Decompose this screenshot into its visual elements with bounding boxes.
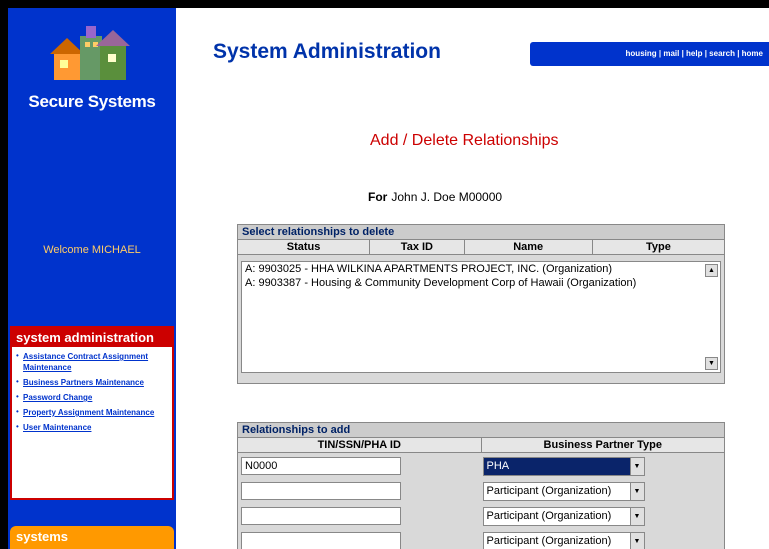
- menu-link[interactable]: Property Assignment Maintenance: [23, 408, 154, 417]
- bullet-icon: •: [16, 392, 19, 401]
- bullet-icon: •: [16, 377, 19, 386]
- add-row: N0000 PHA ▼: [238, 453, 724, 478]
- select-value: Participant (Organization): [486, 484, 612, 497]
- partner-type-select[interactable]: PHA ▼: [482, 456, 645, 476]
- menu-title: system administration: [12, 328, 172, 347]
- select-value: Participant (Organization): [486, 509, 612, 522]
- partner-type-select[interactable]: Participant (Organization) ▼: [482, 481, 645, 501]
- nav-housing[interactable]: housing: [626, 49, 657, 58]
- page-title: System Administration: [213, 40, 441, 63]
- chevron-down-icon[interactable]: ▼: [629, 532, 644, 549]
- menu-link[interactable]: Assistance Contract Assignment Maintenan…: [23, 352, 148, 372]
- menu-item-assistance-contract[interactable]: • Assistance Contract Assignment Maintena…: [15, 350, 169, 372]
- column-header-tin: TIN/SSN/PHA ID: [238, 438, 482, 453]
- partner-type-select[interactable]: Participant (Organization) ▼: [482, 506, 645, 526]
- brand-name: Secure Systems: [28, 92, 156, 111]
- nav-mail[interactable]: mail: [663, 49, 679, 58]
- menu-link[interactable]: Password Change: [23, 393, 92, 402]
- column-header-status[interactable]: Status: [238, 240, 371, 255]
- menu-item-user-maintenance[interactable]: • User Maintenance: [15, 421, 169, 432]
- add-column-headers: TIN/SSN/PHA ID Business Partner Type: [238, 438, 724, 453]
- menu-link[interactable]: Business Partners Maintenance: [23, 378, 144, 387]
- houses-logo-icon: [50, 26, 130, 80]
- column-header-tax-id[interactable]: Tax ID: [370, 240, 465, 255]
- system-administration-menu: system administration • Assistance Contra…: [10, 326, 174, 500]
- add-row: Participant (Organization) ▼: [238, 503, 724, 528]
- select-value: Participant (Organization): [486, 534, 612, 547]
- section-heading: Add / Delete Relationships: [370, 132, 559, 149]
- menu-link[interactable]: User Maintenance: [23, 423, 91, 432]
- tin-input[interactable]: [241, 506, 401, 525]
- tin-input[interactable]: [241, 531, 401, 549]
- add-row: Participant (Organization) ▼: [238, 478, 724, 503]
- page: Secure Systems Welcome MICHAEL system ad…: [8, 8, 769, 549]
- top-nav: housing | mail | help | search | home: [530, 42, 769, 66]
- menu-item-password-change[interactable]: • Password Change: [15, 391, 169, 402]
- select-value: PHA: [483, 457, 630, 475]
- menu-item-property-assignment[interactable]: • Property Assignment Maintenance: [15, 406, 169, 417]
- add-panel-title: Relationships to add: [238, 423, 724, 438]
- chevron-down-icon[interactable]: ▼: [629, 507, 644, 525]
- bullet-icon: •: [16, 407, 19, 416]
- nav-search[interactable]: search: [709, 49, 735, 58]
- nav-home[interactable]: home: [742, 49, 763, 58]
- add-relationships-panel: Relationships to add TIN/SSN/PHA ID Busi…: [237, 422, 725, 549]
- bullet-icon: •: [16, 422, 19, 431]
- for-user-line: For John J. Doe M00000: [368, 190, 502, 204]
- chevron-down-icon[interactable]: ▼: [629, 457, 644, 475]
- menu-item-business-partners[interactable]: • Business Partners Maintenance: [15, 376, 169, 387]
- welcome-message: Welcome MICHAEL: [43, 244, 141, 256]
- delete-panel-title: Select relationships to delete: [238, 225, 724, 240]
- partner-type-select[interactable]: Participant (Organization) ▼: [482, 531, 645, 549]
- relationships-listbox[interactable]: A: 9903025 - HHA WILKINA APARTMENTS PROJ…: [241, 261, 721, 373]
- column-header-type[interactable]: Type: [592, 240, 724, 255]
- column-header-partner-type: Business Partner Type: [481, 438, 724, 453]
- nav-help[interactable]: help: [686, 49, 702, 58]
- column-header-name[interactable]: Name: [464, 240, 593, 255]
- list-item[interactable]: A: 9903387 - Housing & Community Develop…: [242, 276, 720, 290]
- add-row: Participant (Organization) ▼: [238, 528, 724, 549]
- tin-input[interactable]: N0000: [241, 456, 401, 475]
- for-label: For: [368, 190, 388, 204]
- scroll-up-arrow-icon[interactable]: ▲: [705, 264, 718, 277]
- delete-column-headers: Status Tax ID Name Type: [238, 240, 724, 255]
- chevron-down-icon[interactable]: ▼: [629, 482, 644, 500]
- sidebar: Secure Systems Welcome MICHAEL system ad…: [8, 8, 176, 549]
- systems-menu-title[interactable]: systems: [10, 526, 174, 549]
- scroll-down-arrow-icon[interactable]: ▼: [705, 357, 718, 370]
- for-user-value: John J. Doe M00000: [391, 190, 503, 204]
- list-item[interactable]: A: 9903025 - HHA WILKINA APARTMENTS PROJ…: [242, 262, 720, 276]
- bullet-icon: •: [16, 351, 19, 360]
- tin-input[interactable]: [241, 481, 401, 500]
- delete-relationships-panel: Select relationships to delete Status Ta…: [237, 224, 725, 384]
